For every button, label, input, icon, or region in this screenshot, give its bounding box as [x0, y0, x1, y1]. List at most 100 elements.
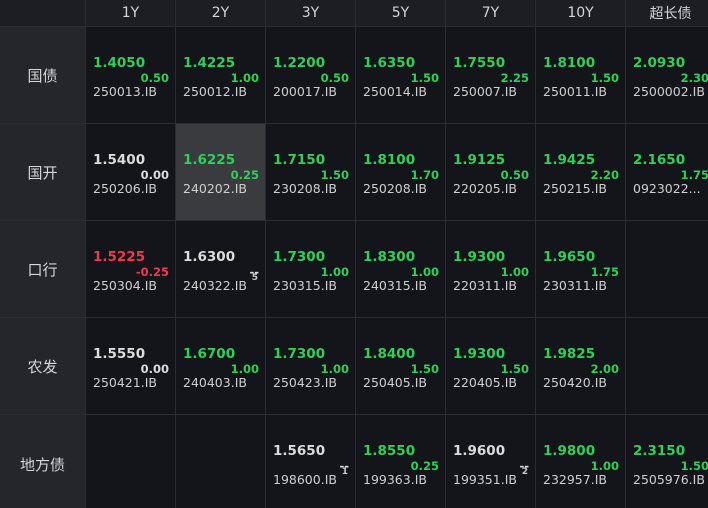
quote-cell[interactable]: 1.8100 1.50 250011.IB [536, 27, 625, 123]
bond-code: 199351.IB [453, 472, 517, 487]
yield-rate: 2.3150 [633, 443, 686, 459]
quote-cell[interactable]: 1.6350 1.50 250014.IB [356, 27, 445, 123]
quote-cell[interactable]: 1.9300 1.50 220405.IB [446, 318, 535, 414]
bond-code: 250011.IB [543, 84, 607, 99]
quote-cell[interactable]: 1.9825 2.00 250420.IB [536, 318, 625, 414]
yield-change: 1.50 [320, 168, 349, 182]
yield-change: 0.25 [410, 459, 439, 473]
quote-cell[interactable]: 2.1650 1.75 0923022... [626, 124, 708, 220]
yield-rate: 1.9650 [543, 249, 596, 265]
bond-code: 2505976.IB [633, 472, 705, 487]
quote-cell[interactable]: 1.4050 0.50 250013.IB [86, 27, 175, 123]
quote-cell[interactable]: 1.8300 1.00 240315.IB [356, 221, 445, 317]
quote-cell[interactable]: 2.0930 2.30 2500002.IB [626, 27, 708, 123]
bond-code: 2500002.IB [633, 84, 705, 99]
yield-change: 1.70 [410, 168, 439, 182]
yield-rate: 1.8400 [363, 346, 416, 362]
yield-change: 1.75 [680, 168, 708, 182]
bond-code: 230311.IB [543, 278, 607, 293]
quote-cell[interactable]: 1.7300 1.00 230315.IB [266, 221, 355, 317]
yield-rate: 2.1650 [633, 152, 686, 168]
bond-code: 250421.IB [93, 375, 157, 390]
bond-code: 250014.IB [363, 84, 427, 99]
quote-cell[interactable]: 1.7300 1.00 250423.IB [266, 318, 355, 414]
yield-change: 0.00 [140, 362, 169, 376]
yield-rate: 1.7300 [273, 249, 326, 265]
yield-change: 2.30 [680, 71, 708, 85]
quote-cell[interactable]: 1.9425 2.20 250215.IB [536, 124, 625, 220]
bond-yield-matrix: 1Y 2Y 3Y 5Y 7Y 10Y 超长债国债 1.4050 0.50 250013.IB 1.4… [0, 0, 708, 508]
quote-cell[interactable]: 1.5550 0.00 250421.IB [86, 318, 175, 414]
yield-rate: 1.5400 [93, 152, 146, 168]
change-count: 5 [251, 273, 258, 283]
quote-cell[interactable]: 1.8100 1.70 250208.IB [356, 124, 445, 220]
quote-cell[interactable]: 1.8400 1.50 250405.IB [356, 318, 445, 414]
bond-code: 232957.IB [543, 472, 607, 487]
yield-change: 0.00 [140, 168, 169, 182]
quote-cell [626, 221, 708, 317]
yield-change: 1.00 [410, 265, 439, 279]
quote-cell[interactable]: 1.9600 -- 2 199351.IB [446, 415, 535, 508]
yield-rate: 1.8300 [363, 249, 416, 265]
column-header-4[interactable]: 7Y [446, 0, 535, 26]
column-header-5[interactable]: 10Y [536, 0, 625, 26]
quote-cell[interactable]: 1.7550 2.25 250007.IB [446, 27, 535, 123]
quote-cell[interactable]: 2.3150 1.50 2505976.IB [626, 415, 708, 508]
column-header-2[interactable]: 3Y [266, 0, 355, 26]
yield-rate: 1.2200 [273, 55, 326, 71]
yield-rate: 2.0930 [633, 55, 686, 71]
yield-rate: 1.9800 [543, 443, 596, 459]
bond-code: 250007.IB [453, 84, 517, 99]
yield-rate: 1.8100 [543, 55, 596, 71]
quote-cell[interactable]: 1.9800 1.00 232957.IB [536, 415, 625, 508]
bond-code: 250215.IB [543, 181, 607, 196]
quote-cell[interactable]: 1.6225 0.25 240202.IB [176, 124, 265, 220]
quote-cell[interactable]: 1.5650 -- 1 198600.IB [266, 415, 355, 508]
quote-cell[interactable]: 1.8550 0.25 199363.IB [356, 415, 445, 508]
column-header-0[interactable]: 1Y [86, 0, 175, 26]
bond-code: 250405.IB [363, 375, 427, 390]
quote-cell[interactable]: 1.6700 1.00 240403.IB [176, 318, 265, 414]
row-header-4[interactable]: 地方债 [0, 415, 85, 508]
yield-rate: 1.6350 [363, 55, 416, 71]
yield-rate: 1.6225 [183, 152, 236, 168]
column-header-1[interactable]: 2Y [176, 0, 265, 26]
change-count: 1 [341, 467, 348, 477]
yield-change: 1.00 [500, 265, 529, 279]
quote-cell[interactable]: 1.2200 0.50 200017.IB [266, 27, 355, 123]
row-header-2[interactable]: 口行 [0, 221, 85, 317]
yield-change: 1.50 [500, 362, 529, 376]
yield-change: 1.00 [320, 362, 349, 376]
quote-cell[interactable]: 1.5400 0.00 250206.IB [86, 124, 175, 220]
bond-code: 250423.IB [273, 375, 337, 390]
yield-rate: 1.6300 [183, 249, 236, 265]
quote-cell[interactable]: 1.7150 1.50 230208.IB [266, 124, 355, 220]
yield-rate: 1.9425 [543, 152, 596, 168]
bond-code: 250304.IB [93, 278, 157, 293]
quote-cell[interactable]: 1.4225 1.00 250012.IB [176, 27, 265, 123]
row-header-1[interactable]: 国开 [0, 124, 85, 220]
change-count: 2 [521, 467, 528, 477]
yield-rate: 1.5550 [93, 346, 146, 362]
quote-cell[interactable]: 1.9125 0.50 220205.IB [446, 124, 535, 220]
row-header-3[interactable]: 农发 [0, 318, 85, 414]
bond-code: 220405.IB [453, 375, 517, 390]
quote-cell[interactable]: 1.9300 1.00 220311.IB [446, 221, 535, 317]
row-header-0[interactable]: 国债 [0, 27, 85, 123]
column-header-3[interactable]: 5Y [356, 0, 445, 26]
quote-cell[interactable]: 1.6300 -- 5 240322.IB [176, 221, 265, 317]
quote-cell[interactable]: 1.9650 1.75 230311.IB [536, 221, 625, 317]
yield-rate: 1.4050 [93, 55, 146, 71]
quote-cell[interactable]: 1.5225 -0.25 250304.IB [86, 221, 175, 317]
yield-rate: 1.7550 [453, 55, 506, 71]
bond-code: 220311.IB [453, 278, 517, 293]
yield-change: 1.50 [590, 71, 619, 85]
yield-rate: 1.9300 [453, 249, 506, 265]
yield-rate: 1.8100 [363, 152, 416, 168]
yield-rate: 1.6700 [183, 346, 236, 362]
yield-rate: 1.7150 [273, 152, 326, 168]
yield-rate: 1.5225 [93, 249, 146, 265]
column-header-6[interactable]: 超长债 [626, 0, 708, 26]
yield-change: 1.00 [590, 459, 619, 473]
yield-change: 0.25 [230, 168, 259, 182]
